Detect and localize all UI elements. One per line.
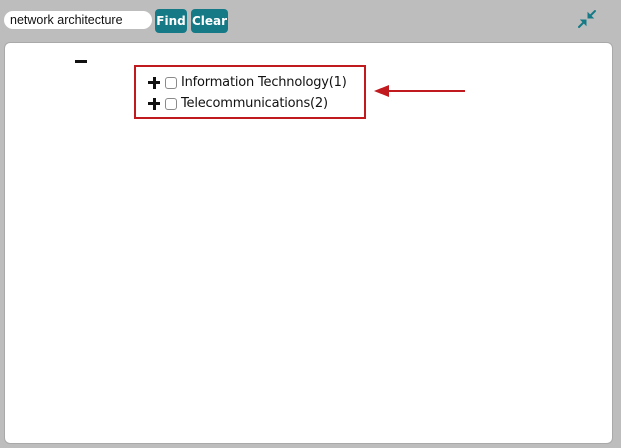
find-button[interactable]: Find	[155, 9, 187, 33]
plus-icon[interactable]	[148, 97, 160, 110]
collapse-arrows-icon[interactable]	[576, 8, 598, 30]
tree-item-label[interactable]: Information Technology(1)	[181, 75, 347, 90]
search-toolbar: Find Clear	[0, 0, 621, 42]
clear-button[interactable]: Clear	[191, 9, 228, 33]
tree-item-checkbox[interactable]	[165, 97, 177, 110]
minus-icon[interactable]	[75, 60, 87, 63]
tree-item-checkbox[interactable]	[165, 76, 177, 89]
annotation-arrow-icon	[374, 85, 465, 97]
plus-icon[interactable]	[148, 76, 160, 89]
tree-item-information-technology: Information Technology(1)	[142, 72, 347, 93]
tree-item-telecommunications: Telecommunications(2)	[142, 93, 347, 114]
results-panel: Information Technology(1) Telecommunicat…	[4, 42, 613, 444]
tree-item-label[interactable]: Telecommunications(2)	[181, 96, 328, 111]
category-tree: Information Technology(1) Telecommunicat…	[142, 72, 347, 114]
search-input[interactable]	[4, 11, 152, 29]
